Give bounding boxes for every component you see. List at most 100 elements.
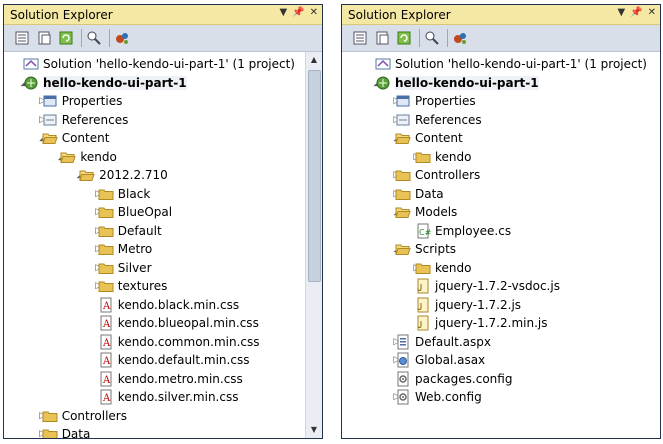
tree-item[interactable]: Akendo.black.min.css xyxy=(4,296,322,314)
tree-item-label: 2012.2.710 xyxy=(99,168,168,182)
tree-item[interactable]: ▷kendo xyxy=(342,259,660,277)
javascript-file-icon xyxy=(415,278,431,294)
tree-item[interactable]: ▷Controllers xyxy=(342,166,660,184)
tree-item[interactable]: ◢2012.2.710 xyxy=(4,166,322,184)
nuget-icon[interactable] xyxy=(452,30,468,46)
tree-item[interactable]: ◢Content xyxy=(342,129,660,147)
javascript-file-icon xyxy=(415,297,431,313)
tree-item[interactable]: ▷ Web.config xyxy=(342,388,660,406)
view-class-diagram-icon[interactable] xyxy=(86,30,102,46)
tree-item[interactable]: jquery-1.7.2-vsdoc.js xyxy=(342,277,660,295)
tree-item[interactable]: ▷textures xyxy=(4,277,322,295)
properties-icon xyxy=(395,93,411,109)
tree-item-label: Data xyxy=(61,427,91,438)
svg-text:A: A xyxy=(102,356,111,367)
tree-item[interactable]: Akendo.common.min.css xyxy=(4,333,322,351)
tree-item-label: jquery-1.7.2-vsdoc.js xyxy=(435,279,560,293)
scroll-up-icon[interactable]: ▲ xyxy=(306,52,322,68)
css-file-icon: A xyxy=(98,315,114,331)
tree-item-label: Default xyxy=(117,223,162,238)
tree-item-label: References xyxy=(61,112,129,127)
dropdown-icon[interactable]: ▼ xyxy=(617,7,625,18)
folder-icon xyxy=(98,260,114,276)
folder-open-icon xyxy=(395,204,411,220)
tree-item-label: jquery-1.7.2.min.js xyxy=(435,316,548,330)
folder-icon xyxy=(98,278,114,294)
tree-item[interactable]: Solution 'hello-kendo-ui-part-1' (1 proj… xyxy=(4,55,322,73)
title-bar: Solution Explorer ▼ 📌 ✕ xyxy=(4,5,322,25)
tree-item[interactable]: ◢Scripts xyxy=(342,240,660,258)
folder-icon xyxy=(415,149,431,165)
close-icon[interactable]: ✕ xyxy=(310,7,318,18)
tree-item[interactable]: Akendo.default.min.css xyxy=(4,351,322,369)
toolbar-separator xyxy=(419,29,420,47)
tree-view: Solution 'hello-kendo-ui-part-1' (1 proj… xyxy=(342,52,660,438)
tree-item[interactable]: Solution 'hello-kendo-ui-part-1' (1 proj… xyxy=(342,55,660,73)
tree-item[interactable]: ◢hello-kendo-ui-part-1 xyxy=(4,74,322,92)
tree-item[interactable]: ◢hello-kendo-ui-part-1 xyxy=(342,74,660,92)
toolbar-separator xyxy=(81,29,82,47)
folder-icon xyxy=(42,408,58,424)
folder-icon xyxy=(98,186,114,202)
css-file-icon: A xyxy=(98,389,114,405)
tree-item[interactable]: ◢kendo xyxy=(4,148,322,166)
folder-open-icon xyxy=(60,149,77,165)
svg-text:A: A xyxy=(102,375,111,386)
vertical-scrollbar[interactable]: ▲ ▼ xyxy=(305,52,322,438)
tree-item-label: Global.asax xyxy=(415,353,486,367)
scroll-down-icon[interactable]: ▼ xyxy=(306,422,322,438)
project-icon xyxy=(375,75,391,91)
dropdown-icon[interactable]: ▼ xyxy=(279,7,287,18)
panel-title: Solution Explorer xyxy=(10,8,113,22)
refresh-icon[interactable] xyxy=(396,30,412,46)
tree-item[interactable]: ◢Models xyxy=(342,203,660,221)
tree-item[interactable]: ▷ Global.asax xyxy=(342,351,660,369)
refresh-icon[interactable] xyxy=(58,30,74,46)
folder-open-icon xyxy=(395,241,411,257)
tree-item[interactable]: C# Employee.cs xyxy=(342,222,660,240)
tree-item[interactable]: ▷Metro xyxy=(4,240,322,258)
view-class-diagram-icon[interactable] xyxy=(424,30,440,46)
tree-item[interactable]: ▷Silver xyxy=(4,259,322,277)
properties-icon xyxy=(42,93,58,109)
show-all-files-icon[interactable] xyxy=(36,30,52,46)
tree-item-label: kendo xyxy=(435,149,472,164)
tree-item[interactable]: ▷Default xyxy=(4,222,322,240)
tree-item[interactable]: Akendo.metro.min.css xyxy=(4,370,322,388)
close-icon[interactable]: ✕ xyxy=(648,7,656,18)
tree-item-label: Scripts xyxy=(415,242,457,256)
tree-item[interactable]: packages.config xyxy=(342,370,660,388)
tree-item[interactable]: ▷ Default.aspx xyxy=(342,333,660,351)
folder-icon xyxy=(98,223,114,239)
tree-item[interactable]: ◢Content xyxy=(4,129,322,147)
references-icon xyxy=(42,112,58,128)
config-file-icon xyxy=(395,389,411,405)
tree-item-label: kendo.silver.min.css xyxy=(117,390,239,404)
properties-tool-icon[interactable] xyxy=(14,30,30,46)
tree-item[interactable]: ▷Black xyxy=(4,185,322,203)
pin-icon[interactable]: 📌 xyxy=(630,7,642,18)
tree-item[interactable]: ▷Controllers xyxy=(4,407,322,425)
tree-item-label: Properties xyxy=(61,94,123,108)
nuget-icon[interactable] xyxy=(114,30,130,46)
tree-item-label: packages.config xyxy=(415,371,513,386)
tree-item-label: Data xyxy=(415,186,444,201)
show-all-files-icon[interactable] xyxy=(374,30,390,46)
tree-item[interactable]: jquery-1.7.2.min.js xyxy=(342,314,660,332)
tree-item-label: hello-kendo-ui-part-1 xyxy=(395,75,539,90)
tree-item[interactable]: ▷BlueOpal xyxy=(4,203,322,221)
tree-item[interactable]: ▷Properties xyxy=(342,92,660,110)
tree-item[interactable]: ▷Data xyxy=(4,425,322,438)
tree-item[interactable]: ▷Properties xyxy=(4,92,322,110)
tree-item[interactable]: ▷Data xyxy=(342,185,660,203)
folder-open-icon xyxy=(395,130,411,146)
tree-item[interactable]: Akendo.silver.min.css xyxy=(4,388,322,406)
pin-icon[interactable]: 📌 xyxy=(292,7,304,18)
tree-item[interactable]: jquery-1.7.2.js xyxy=(342,296,660,314)
tree-item[interactable]: Akendo.blueopal.min.css xyxy=(4,314,322,332)
tree-item[interactable]: ▷kendo xyxy=(342,148,660,166)
scroll-thumb[interactable] xyxy=(308,70,321,282)
tree-item[interactable]: ▷References xyxy=(342,111,660,129)
properties-tool-icon[interactable] xyxy=(352,30,368,46)
tree-item[interactable]: ▷References xyxy=(4,111,322,129)
